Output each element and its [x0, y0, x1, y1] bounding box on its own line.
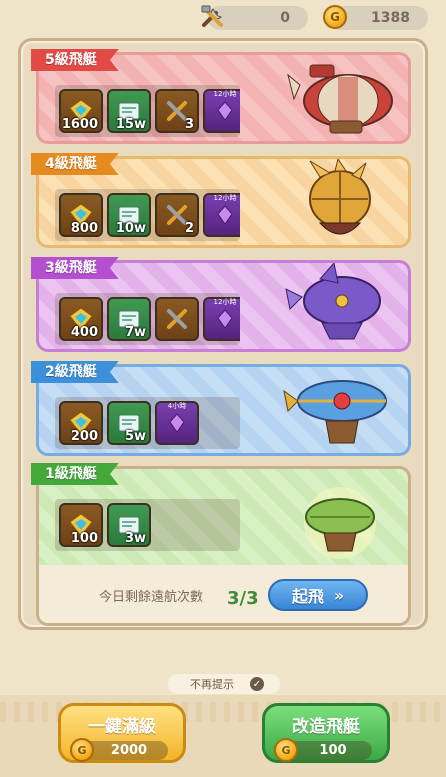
gem-chest-icon[interactable]: 200: [59, 401, 103, 445]
blueprint-icon[interactable]: 10w: [107, 193, 151, 237]
coin-icon: G: [320, 2, 350, 32]
max-level-price: G 2000: [70, 738, 168, 762]
gem-chest-icon[interactable]: 100: [59, 503, 103, 547]
tier-5-card[interactable]: 5級飛艇 1600 15w 3 12小時: [31, 49, 411, 144]
tier-5-label: 5級飛艇: [31, 49, 119, 71]
tier-1-card[interactable]: 1級飛艇 100 3w 今日剩餘遠航次數 3/3 起飛 »: [31, 463, 411, 626]
tools-icon: [198, 2, 228, 32]
voyage-remaining-count: 3/3: [227, 588, 259, 609]
dont-remind-toggle[interactable]: 不再提示 ✓: [168, 674, 280, 694]
reward-list: 100 3w: [55, 499, 240, 551]
airship-tier-5-icon: [287, 64, 393, 134]
airship-tier-1-icon: [304, 487, 376, 559]
item-count: 2: [184, 221, 194, 236]
blueprint-icon[interactable]: 3w: [107, 503, 151, 547]
blueprint-icon[interactable]: 15w: [107, 89, 151, 133]
airship-tier-4-icon: [309, 159, 371, 235]
max-level-label: 一鍵滿級: [88, 717, 156, 737]
tools-icon[interactable]: 3: [155, 89, 199, 133]
coin-count: 1388: [371, 10, 410, 26]
tier-2-card[interactable]: 2級飛艇 200 5w 4小時: [31, 361, 411, 456]
item-count: 800: [70, 221, 98, 236]
voyage-remaining-label: 今日剩餘遠航次數: [99, 590, 204, 605]
double-chevron-right-icon: »: [333, 585, 345, 605]
item-count: 1600: [61, 117, 98, 132]
voyage-footer: 今日剩餘遠航次數 3/3 起飛 »: [39, 565, 408, 623]
item-count: 3: [184, 117, 194, 132]
modify-airship-label: 改造飛艇: [292, 717, 360, 737]
checkmark-icon: ✓: [250, 677, 264, 691]
coin-icon: G: [70, 738, 94, 762]
item-duration: 12小時: [213, 298, 237, 306]
crystal-icon[interactable]: 12小時: [203, 297, 240, 341]
gem-chest-icon[interactable]: 1600: [59, 89, 103, 133]
item-count: 100: [70, 531, 98, 546]
airship-tier-3-icon: [285, 263, 381, 340]
gem-chest-icon[interactable]: 800: [59, 193, 103, 237]
item-count: 3w: [124, 531, 146, 546]
blueprint-icon[interactable]: 5w: [107, 401, 151, 445]
crystal-icon[interactable]: 4小時: [155, 401, 199, 445]
blueprint-icon[interactable]: 7w: [107, 297, 151, 341]
coin-icon: G: [274, 738, 298, 762]
gem-chest-icon[interactable]: 400: [59, 297, 103, 341]
currency-bar: 0 1388 G: [0, 0, 446, 36]
max-level-cost: 2000: [110, 743, 148, 758]
tier-4-label: 4級飛艇: [31, 153, 119, 175]
item-duration: 12小時: [213, 90, 237, 98]
reward-list: 1600 15w 3 12小時: [55, 85, 240, 137]
reward-list: 400 7w 12小時: [55, 293, 240, 345]
item-count: 200: [70, 429, 98, 444]
modify-airship-price: G 100: [274, 738, 372, 762]
tier-3-card[interactable]: 3級飛艇 400 7w 12小時: [31, 257, 411, 352]
modify-airship-cost: 100: [319, 743, 347, 758]
tier-4-card[interactable]: 4級飛艇 800 10w 2 12小時: [31, 153, 411, 248]
item-duration: 4小時: [167, 402, 187, 410]
dont-remind-label: 不再提示: [190, 678, 234, 691]
tier-1-label: 1級飛艇: [31, 463, 119, 485]
modify-airship-button[interactable]: 改造飛艇 G 100: [262, 703, 390, 763]
item-count: 5w: [124, 429, 146, 444]
tools-icon[interactable]: [155, 297, 199, 341]
tier-3-label: 3級飛艇: [31, 257, 119, 279]
tier-2-label: 2級飛艇: [31, 361, 119, 383]
tools-count: 0: [280, 10, 290, 26]
tools-icon[interactable]: 2: [155, 193, 199, 237]
item-count: 400: [70, 325, 98, 340]
launch-button[interactable]: 起飛 »: [268, 579, 368, 611]
max-level-button[interactable]: 一鍵滿級 G 2000: [58, 703, 186, 763]
item-duration: 12小時: [213, 194, 237, 202]
item-count: 10w: [115, 221, 146, 236]
crystal-icon[interactable]: 12小時: [203, 193, 240, 237]
crystal-icon[interactable]: 12小時: [203, 89, 240, 133]
reward-list: 800 10w 2 12小時: [55, 189, 240, 241]
item-count: 7w: [124, 325, 146, 340]
reward-list: 200 5w 4小時: [55, 397, 240, 449]
airship-tier-2-icon: [283, 380, 387, 444]
item-count: 15w: [115, 117, 146, 132]
launch-label: 起飛: [291, 587, 324, 606]
